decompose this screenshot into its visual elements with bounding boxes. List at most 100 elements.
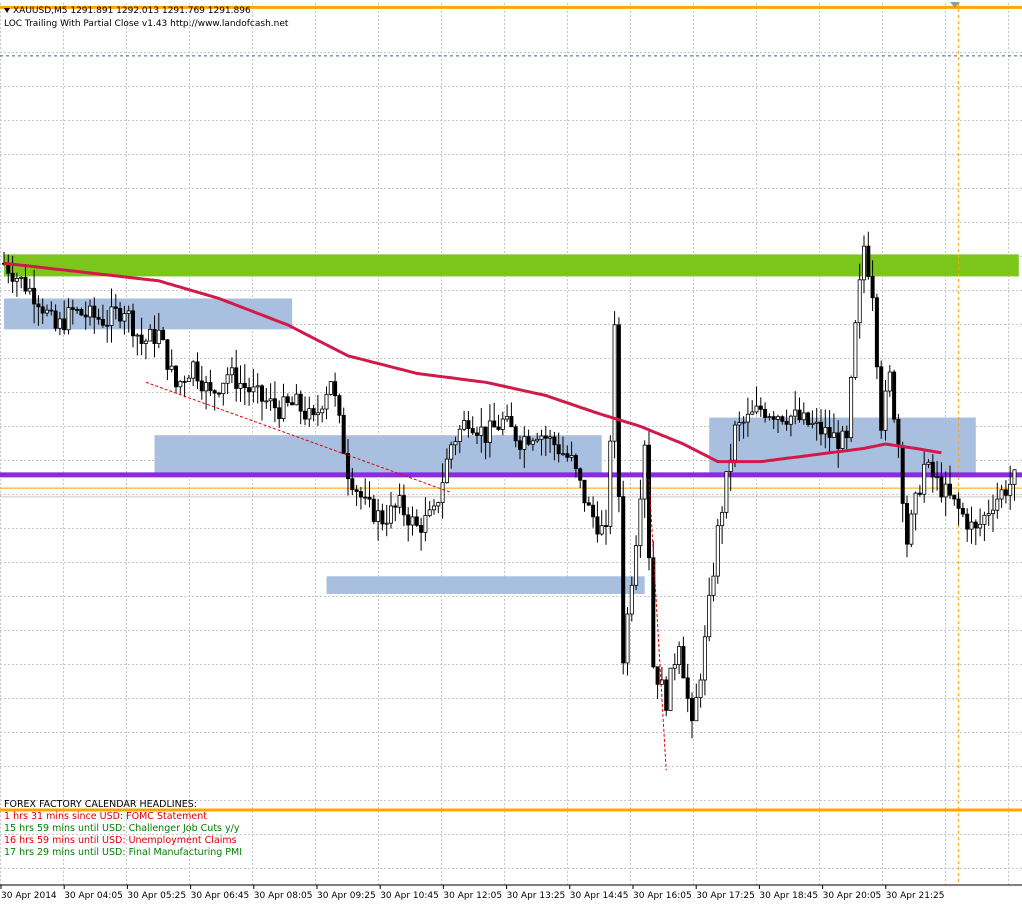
- candle-body: [595, 516, 600, 535]
- candle-body: [956, 498, 961, 509]
- candle-body: [702, 636, 707, 681]
- candle-body: [204, 382, 209, 392]
- candle-body: [698, 679, 703, 698]
- candle-body: [466, 420, 471, 429]
- candle-body: [380, 510, 385, 525]
- candle-body: [388, 505, 393, 524]
- candle-body: [49, 309, 54, 312]
- candle-body: [758, 405, 763, 410]
- chart-shift-marker-icon[interactable]: [950, 2, 960, 8]
- candle-body: [505, 416, 510, 420]
- candle-body: [715, 525, 720, 577]
- candle-body: [599, 525, 604, 535]
- candle-body: [582, 479, 587, 504]
- candle-body: [905, 503, 910, 545]
- candle-body: [483, 426, 488, 443]
- candle-body: [573, 455, 578, 470]
- candle-body: [926, 461, 931, 465]
- candle-body: [733, 424, 738, 461]
- candle-body: [948, 483, 953, 496]
- candle-body: [401, 495, 406, 516]
- candle-body: [642, 444, 647, 500]
- candle-body: [453, 441, 458, 446]
- candle-body: [105, 324, 110, 327]
- candle-body: [122, 313, 127, 322]
- candle-body: [943, 483, 948, 498]
- candle-body: [324, 393, 329, 410]
- candle-body: [216, 392, 221, 395]
- candle-body: [677, 646, 682, 666]
- candle-body: [96, 316, 101, 320]
- candle-body: [156, 329, 161, 344]
- candle-body: [384, 522, 389, 525]
- candle-body: [922, 463, 927, 495]
- candle-body: [500, 418, 505, 430]
- x-axis-tick-label: 30 Apr 09:25: [317, 891, 376, 901]
- candle-body: [457, 428, 462, 442]
- candle-body: [410, 516, 415, 526]
- price-zone: [326, 576, 645, 594]
- candle-body: [492, 420, 497, 428]
- candle-body: [83, 314, 88, 318]
- news-item-4: 17 hrs 29 mins until USD: Final Manufact…: [4, 847, 243, 858]
- candle-body: [109, 306, 114, 326]
- candle-body: [45, 309, 50, 314]
- candle-body: [479, 426, 484, 436]
- candle-body: [14, 277, 19, 282]
- candle-body: [724, 471, 729, 513]
- x-axis-tick-label: 30 Apr 04:05: [64, 891, 123, 901]
- candle-body: [939, 476, 944, 498]
- candle-body: [320, 408, 325, 414]
- candle-body: [969, 521, 974, 530]
- candle-body: [229, 367, 234, 376]
- candle-body: [767, 416, 772, 419]
- candle-body: [247, 387, 252, 393]
- candle-body: [801, 412, 806, 421]
- candle-body: [152, 329, 157, 344]
- candle-body: [27, 287, 32, 292]
- candle-body: [552, 436, 557, 446]
- candle-body: [831, 432, 836, 438]
- candle-body: [591, 504, 596, 518]
- candle-body: [182, 381, 187, 383]
- candle-body: [36, 303, 41, 308]
- candle-body: [462, 420, 467, 430]
- candle-body: [634, 545, 639, 586]
- candle-body: [917, 492, 922, 495]
- x-axis-tick-label: 30 Apr 20:05: [823, 891, 882, 901]
- candle-body: [638, 498, 643, 547]
- candle-body: [397, 495, 402, 508]
- candle-body: [419, 524, 424, 533]
- candle-body: [285, 396, 290, 404]
- candle-body: [57, 318, 62, 329]
- candle-body: [522, 436, 527, 450]
- candle-body: [315, 412, 320, 416]
- candle-body: [999, 489, 1004, 500]
- candle-body: [178, 381, 183, 388]
- candle-body: [535, 438, 540, 442]
- candle-body: [208, 382, 213, 392]
- candle-body: [238, 382, 243, 389]
- candle-body: [823, 427, 828, 435]
- candle-body: [625, 613, 630, 664]
- candle-body: [406, 514, 411, 526]
- candle-body: [840, 430, 845, 449]
- candle-body: [741, 421, 746, 424]
- candle-body: [836, 432, 841, 449]
- price-chart[interactable]: 30 Apr 2014 30 Apr 04:05 30 Apr 05:25 30 Ap…: [0, 0, 1022, 910]
- candle-body: [870, 276, 875, 299]
- candle-body: [707, 594, 712, 638]
- candle-body: [423, 515, 428, 533]
- candle-body: [604, 525, 609, 527]
- candle-body: [814, 421, 819, 424]
- expert-advisor-label: LOC Trailing With Partial Close v1.43 ht…: [4, 19, 289, 29]
- candle-body: [526, 436, 531, 445]
- x-axis-tick-label: 30 Apr 12:05: [443, 891, 502, 901]
- candle-body: [53, 310, 58, 329]
- candle-body: [328, 381, 333, 395]
- candle-body: [311, 408, 316, 416]
- news-title: FOREX FACTORY CALENDAR HEADLINES:: [4, 799, 197, 810]
- candle-body: [32, 287, 37, 305]
- dropdown-triangle-icon: [4, 8, 10, 13]
- candle-body: [135, 334, 140, 337]
